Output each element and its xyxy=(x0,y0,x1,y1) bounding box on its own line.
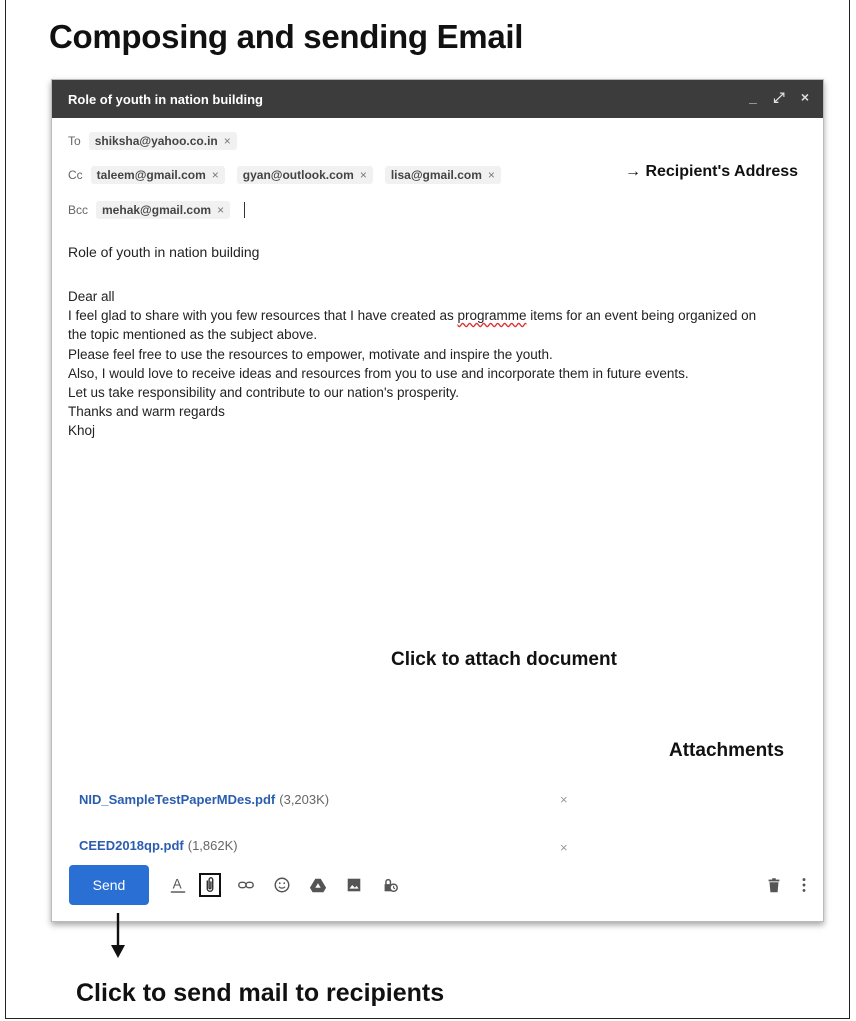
page-title: Composing and sending Email xyxy=(49,18,524,55)
recipient-address: shiksha@yahoo.co.in xyxy=(94,134,218,148)
remove-attachment-icon[interactable]: × xyxy=(560,840,568,855)
toolbar-right xyxy=(763,874,809,896)
recipient-chip[interactable]: mehak@gmail.com × xyxy=(96,201,231,219)
trash-icon[interactable] xyxy=(763,874,785,896)
subject-field[interactable]: Role of youth in nation building xyxy=(68,244,259,260)
recipient-chip[interactable]: lisa@gmail.com × xyxy=(384,166,501,184)
more-icon[interactable] xyxy=(799,874,809,896)
svg-text:A: A xyxy=(173,877,182,892)
body-line: the topic mentioned as the subject above… xyxy=(68,327,318,343)
to-field[interactable]: To shiksha@yahoo.co.in × xyxy=(68,132,249,150)
compose-window: Role of youth in nation building _ ⤢ × T… xyxy=(51,79,824,922)
remove-recipient-icon[interactable]: × xyxy=(217,203,224,217)
body-line: Let us take responsibility and contribut… xyxy=(68,385,460,401)
attachment-size: (3,203K) xyxy=(279,792,330,807)
drive-icon[interactable] xyxy=(307,874,329,896)
body-text: I feel glad to share with you few resour… xyxy=(68,308,458,324)
body-text: items for an event being organized on xyxy=(526,308,757,324)
compose-toolbar: Send A xyxy=(69,864,809,906)
send-button[interactable]: Send xyxy=(69,865,149,905)
recipient-chip[interactable]: gyan@outlook.com × xyxy=(236,166,373,184)
close-icon[interactable]: × xyxy=(799,89,811,106)
minimize-icon[interactable]: _ xyxy=(747,89,759,106)
body-line: Also, I would love to receive ideas and … xyxy=(68,365,689,381)
cc-field[interactable]: Cc taleem@gmail.com × gyan@outlook.com ×… xyxy=(68,166,513,184)
format-text-icon[interactable]: A xyxy=(167,874,189,896)
compose-window-title: Role of youth in nation building xyxy=(68,91,263,107)
confidential-icon[interactable] xyxy=(379,874,401,896)
remove-recipient-icon[interactable]: × xyxy=(360,168,367,182)
recipient-address: lisa@gmail.com xyxy=(390,168,482,182)
compose-titlebar[interactable]: Role of youth in nation building _ ⤢ × xyxy=(52,80,823,118)
message-body[interactable]: Dear all I feel glad to share with you f… xyxy=(68,287,808,441)
bcc-label: Bcc xyxy=(68,203,89,217)
attachment-item[interactable]: NID_SampleTestPaperMDes.pdf (3,203K) xyxy=(79,792,329,807)
body-line: Thanks and warm regards xyxy=(68,404,225,420)
attach-icon[interactable] xyxy=(199,873,221,897)
remove-attachment-icon[interactable]: × xyxy=(560,792,568,807)
annotation-attach-document: Click to attach document xyxy=(391,649,617,670)
recipient-address: gyan@outlook.com xyxy=(242,168,354,182)
signature: Khoj xyxy=(68,423,96,439)
annotation-recipients: → Recipient's Address xyxy=(625,163,799,180)
remove-recipient-icon[interactable]: × xyxy=(212,168,219,182)
spellcheck-word[interactable]: programme xyxy=(457,308,526,323)
to-label: To xyxy=(68,134,81,148)
recipient-chip[interactable]: shiksha@yahoo.co.in × xyxy=(88,132,237,150)
cc-label: Cc xyxy=(68,168,83,182)
attachment-item[interactable]: CEED2018qp.pdf (1,862K) xyxy=(79,838,238,853)
bcc-field[interactable]: Bcc mehak@gmail.com × xyxy=(68,201,246,219)
text-cursor xyxy=(244,202,246,218)
photo-icon[interactable] xyxy=(343,874,365,896)
body-line: Please feel free to use the resources to… xyxy=(68,346,553,362)
annotation-send: Click to send mail to recipients xyxy=(76,979,445,1007)
body-line: Dear all xyxy=(68,289,115,304)
recipient-chip[interactable]: taleem@gmail.com × xyxy=(90,166,225,184)
attachment-name[interactable]: NID_SampleTestPaperMDes.pdf xyxy=(79,792,275,807)
attachment-name[interactable]: CEED2018qp.pdf xyxy=(79,838,184,853)
body-line: I feel glad to share with you few resour… xyxy=(68,306,808,325)
remove-recipient-icon[interactable]: × xyxy=(488,168,495,182)
expand-icon[interactable]: ⤢ xyxy=(773,89,785,106)
annotation-attachments: Attachments xyxy=(669,740,785,761)
link-icon[interactable] xyxy=(235,874,257,896)
emoji-icon[interactable] xyxy=(271,874,293,896)
attachment-size: (1,862K) xyxy=(187,838,238,853)
recipient-address: taleem@gmail.com xyxy=(96,168,206,182)
window-controls: _ ⤢ × xyxy=(747,89,811,106)
arrow-down-icon xyxy=(111,913,125,958)
recipient-address: mehak@gmail.com xyxy=(102,203,212,217)
remove-recipient-icon[interactable]: × xyxy=(224,134,231,148)
